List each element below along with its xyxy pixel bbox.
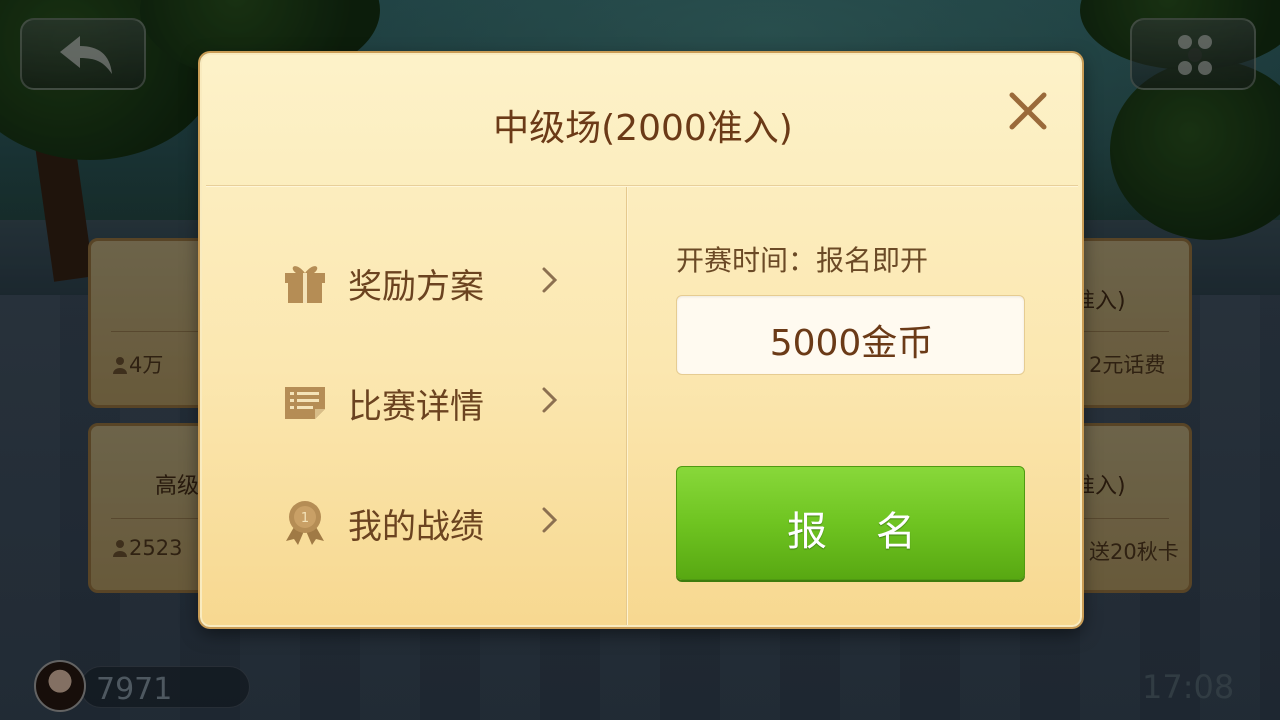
- dialog-title: 中级场(2000准入): [493, 108, 793, 149]
- menu-label: 奖励方案: [348, 267, 484, 307]
- signup-label: 报 名: [787, 509, 934, 555]
- list-icon: [285, 387, 325, 419]
- column-divider: [626, 187, 628, 625]
- entry-fee: 5000金币: [769, 323, 934, 364]
- menu-match-details[interactable]: 比赛详情: [282, 371, 572, 431]
- medal-icon: 1: [286, 501, 324, 545]
- svg-text:1: 1: [301, 511, 309, 526]
- chevron-right-icon: [542, 267, 558, 293]
- close-icon: [1009, 92, 1047, 130]
- chevron-right-icon: [542, 387, 558, 413]
- menu-my-record[interactable]: 1 我的战绩: [282, 491, 572, 551]
- close-button[interactable]: [1006, 89, 1050, 133]
- match-entry-dialog: 中级场(2000准入) 奖励方案 比赛详情 1 我的战绩 开赛时间：报名即开 5…: [200, 53, 1082, 627]
- menu-label: 我的战绩: [348, 507, 484, 547]
- header-divider: [206, 185, 1078, 187]
- gift-icon: [285, 266, 325, 303]
- menu-reward-plan[interactable]: 奖励方案: [282, 251, 572, 311]
- start-time-label: 开赛时间：报名即开: [676, 244, 929, 277]
- chevron-right-icon: [542, 507, 558, 533]
- menu-label: 比赛详情: [348, 387, 484, 427]
- entry-fee-box: 5000金币: [676, 295, 1025, 375]
- signup-button[interactable]: 报 名: [676, 466, 1025, 580]
